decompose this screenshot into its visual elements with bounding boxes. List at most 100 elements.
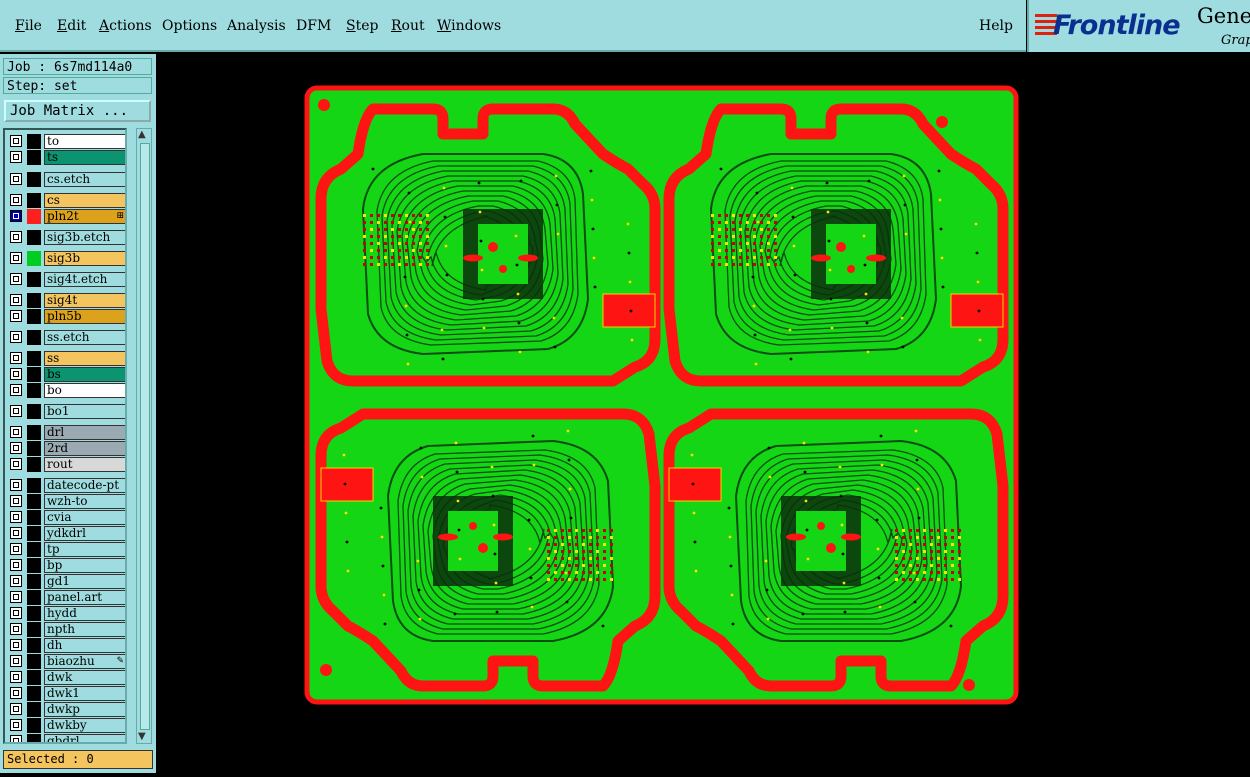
layer-name[interactable]: sig4t.etch	[44, 272, 125, 287]
layer-color-swatch[interactable]	[27, 654, 41, 669]
checkbox-icon[interactable]	[10, 607, 22, 619]
layer-row-to[interactable]: to	[7, 134, 125, 149]
checkbox-icon[interactable]	[10, 273, 22, 285]
scrollbar-thumb[interactable]	[140, 143, 150, 730]
layer-color-swatch[interactable]	[27, 193, 41, 208]
layer-row-cvia[interactable]: cvia	[7, 510, 125, 525]
menu-rout[interactable]: Rout	[391, 18, 425, 34]
checkbox-icon[interactable]	[10, 687, 22, 699]
layer-name[interactable]: wzh-to	[44, 494, 125, 509]
layer-row-dwkby[interactable]: dwkby	[7, 718, 125, 733]
checkbox-icon[interactable]	[10, 543, 22, 555]
checkbox-icon[interactable]	[10, 655, 22, 667]
layer-color-swatch[interactable]	[27, 209, 41, 224]
layer-row-npth[interactable]: npth	[7, 622, 125, 637]
checkbox-icon[interactable]	[10, 331, 22, 343]
checkbox-icon[interactable]	[10, 352, 22, 364]
layer-name[interactable]: bp	[44, 558, 125, 573]
checkbox-icon[interactable]	[10, 368, 22, 380]
checkbox-icon[interactable]	[10, 703, 22, 715]
layer-color-swatch[interactable]	[27, 702, 41, 717]
layer-color-swatch[interactable]	[27, 686, 41, 701]
layer-row-dh[interactable]: dh	[7, 638, 125, 653]
layer-name[interactable]: dwkp	[44, 702, 125, 717]
layer-color-swatch[interactable]	[27, 622, 41, 637]
layer-row-bp[interactable]: bp	[7, 558, 125, 573]
layer-name[interactable]: ydkdrl	[44, 526, 125, 541]
layer-row-panel-art[interactable]: panel.art	[7, 590, 125, 605]
checkbox-icon[interactable]	[10, 527, 22, 539]
layer-color-swatch[interactable]	[27, 718, 41, 733]
layer-name[interactable]: ss.etch	[44, 330, 125, 345]
menu-dfm[interactable]: DFM	[296, 18, 331, 34]
layer-row-sig4t-etch[interactable]: sig4t.etch	[7, 272, 125, 287]
layer-color-swatch[interactable]	[27, 351, 41, 366]
layer-row-hydd[interactable]: hydd	[7, 606, 125, 621]
checkbox-icon[interactable]	[10, 294, 22, 306]
layer-color-swatch[interactable]	[27, 441, 41, 456]
layer-color-swatch[interactable]	[27, 272, 41, 287]
layer-name[interactable]: to	[44, 134, 125, 149]
layer-color-swatch[interactable]	[27, 172, 41, 187]
layer-color-swatch[interactable]	[27, 734, 41, 742]
checkbox-icon[interactable]	[10, 591, 22, 603]
layer-row-dwkp[interactable]: dwkp	[7, 702, 125, 717]
layer-name[interactable]: bo1	[44, 404, 125, 419]
layer-row-sig4t[interactable]: sig4t	[7, 293, 125, 308]
layer-row-cs-etch[interactable]: cs.etch	[7, 172, 125, 187]
checkbox-icon[interactable]	[10, 310, 22, 322]
layer-color-swatch[interactable]	[27, 638, 41, 653]
checkbox-icon[interactable]	[10, 559, 22, 571]
checkbox-icon[interactable]	[10, 442, 22, 454]
layer-name[interactable]: cs	[44, 193, 125, 208]
layer-color-swatch[interactable]	[27, 383, 41, 398]
layer-color-swatch[interactable]	[27, 404, 41, 419]
checkbox-icon[interactable]	[10, 194, 22, 206]
layer-name[interactable]: npth	[44, 622, 125, 637]
job-matrix-button[interactable]: Job Matrix ...	[4, 100, 151, 122]
layer-color-swatch[interactable]	[27, 330, 41, 345]
checkbox-icon[interactable]	[10, 173, 22, 185]
layer-row-bs[interactable]: bs	[7, 367, 125, 382]
layer-name[interactable]: biaozhu ✎	[44, 654, 125, 669]
checkbox-icon[interactable]	[10, 135, 22, 147]
layer-row-tp[interactable]: tp	[7, 542, 125, 557]
layer-name[interactable]: gd1	[44, 574, 125, 589]
checkbox-icon[interactable]	[10, 575, 22, 587]
layer-row-wzh-to[interactable]: wzh-to	[7, 494, 125, 509]
menu-analysis[interactable]: Analysis	[227, 18, 286, 34]
menu-help[interactable]: Help	[979, 18, 1013, 34]
menu-options[interactable]: Options	[162, 18, 217, 34]
checkbox-icon[interactable]	[10, 511, 22, 523]
layer-row-cs[interactable]: cs	[7, 193, 125, 208]
layer-color-swatch[interactable]	[27, 230, 41, 245]
checkbox-icon[interactable]	[10, 151, 22, 163]
layer-name[interactable]: bs	[44, 367, 125, 382]
checkbox-icon[interactable]	[10, 735, 22, 742]
layer-name[interactable]: dwk1	[44, 686, 125, 701]
checkbox-icon[interactable]	[10, 405, 22, 417]
layer-row-sig3b-etch[interactable]: sig3b.etch	[7, 230, 125, 245]
layer-row-biaozhu[interactable]: biaozhu ✎	[7, 654, 125, 669]
menu-file[interactable]: File	[15, 18, 42, 34]
layer-name[interactable]: bo	[44, 383, 125, 398]
layer-row-gd1[interactable]: gd1	[7, 574, 125, 589]
layer-name[interactable]: gbdrl	[44, 734, 125, 742]
layer-name[interactable]: dwkby	[44, 718, 125, 733]
layer-color-swatch[interactable]	[27, 606, 41, 621]
layer-name[interactable]: hydd	[44, 606, 125, 621]
layer-color-swatch[interactable]	[27, 478, 41, 493]
layer-row-rout[interactable]: rout	[7, 457, 125, 472]
checkbox-icon[interactable]	[10, 384, 22, 396]
layer-name[interactable]: sig4t	[44, 293, 125, 308]
layer-name[interactable]: tp	[44, 542, 125, 557]
checkbox-icon[interactable]	[10, 639, 22, 651]
layer-color-swatch[interactable]	[27, 670, 41, 685]
layer-name[interactable]: pln5b	[44, 309, 125, 324]
layer-color-swatch[interactable]	[27, 134, 41, 149]
checkbox-icon[interactable]	[10, 252, 22, 264]
layer-row-drl[interactable]: drl	[7, 425, 125, 440]
layer-row-bo[interactable]: bo	[7, 383, 125, 398]
pcb-panel-view[interactable]	[158, 56, 1250, 773]
layer-row-ts[interactable]: ts	[7, 150, 125, 165]
